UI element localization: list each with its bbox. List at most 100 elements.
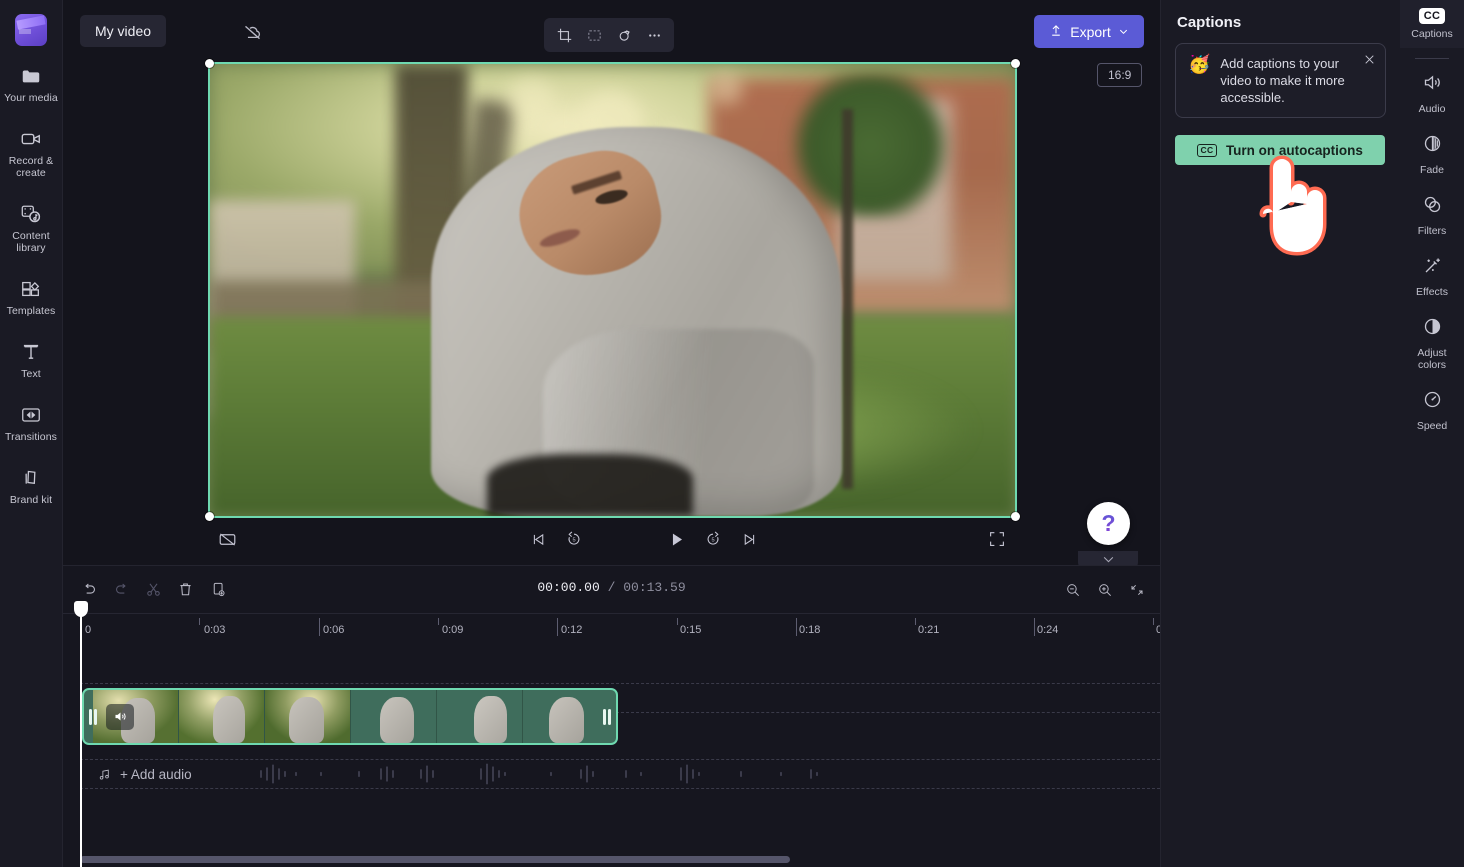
sidebar-item-templates[interactable]: Templates xyxy=(0,269,63,322)
cursor-hand-pointer-icon xyxy=(1259,155,1327,256)
sidebar-item-label: Text xyxy=(21,368,41,380)
sidebar-item-content-library[interactable]: Content library xyxy=(0,194,63,259)
rail-item-label: Fade xyxy=(1420,164,1444,176)
captions-off-icon[interactable] xyxy=(213,525,241,553)
rail-item-audio[interactable]: Audio xyxy=(1400,61,1464,122)
fit-to-frame-icon[interactable] xyxy=(580,21,608,49)
more-options-icon[interactable] xyxy=(640,21,668,49)
rotate-icon[interactable] xyxy=(610,21,638,49)
rail-item-label: Filters xyxy=(1417,225,1447,237)
turn-on-autocaptions-label: Turn on autocaptions xyxy=(1225,142,1363,158)
ruler-label: 0 xyxy=(85,624,92,636)
video-preview[interactable] xyxy=(205,59,1020,521)
sidebar-item-label: Templates xyxy=(6,305,56,317)
rail-divider xyxy=(1415,58,1449,59)
fullscreen-icon[interactable] xyxy=(983,525,1011,553)
close-icon[interactable] xyxy=(1360,50,1378,68)
current-time: 00:00.00 xyxy=(537,580,600,595)
folder-icon xyxy=(20,65,42,87)
playback-controls: 5 5 xyxy=(63,520,1160,565)
transitions-icon xyxy=(20,404,42,426)
video-clip[interactable] xyxy=(82,688,618,745)
sidebar-item-your-media[interactable]: Your media xyxy=(0,56,63,109)
chevron-down-icon xyxy=(1118,24,1129,40)
preview-stage: My video Export 16:9 5 5 xyxy=(63,0,1160,565)
sidebar-item-record-create[interactable]: Record & create xyxy=(0,119,63,184)
panel-title: Captions xyxy=(1177,14,1242,31)
rail-item-adjust-colors[interactable]: Adjust colors xyxy=(1400,305,1464,378)
svg-text:5: 5 xyxy=(572,538,575,544)
ruler-label: 0:09 xyxy=(442,624,464,636)
left-sidebar: Your media Record & create Content libra… xyxy=(0,0,63,867)
clip-thumbnails xyxy=(93,690,607,743)
rewind-5s-icon[interactable]: 5 xyxy=(560,525,588,553)
clip-trim-handle-left[interactable] xyxy=(88,708,98,726)
top-toolbar: My video Export xyxy=(63,0,1160,63)
filters-icon xyxy=(1422,194,1443,220)
rail-item-label: Speed xyxy=(1416,420,1448,432)
sidebar-item-label: Brand kit xyxy=(9,494,53,506)
clip-mute-toggle[interactable] xyxy=(106,703,134,730)
export-button[interactable]: Export xyxy=(1034,15,1144,48)
sidebar-item-transitions[interactable]: Transitions xyxy=(0,395,63,448)
rail-item-label: Audio xyxy=(1418,103,1446,115)
aspect-ratio-badge[interactable]: 16:9 xyxy=(1097,63,1143,87)
forward-5s-icon[interactable]: 5 xyxy=(699,525,727,553)
clip-trim-handle-right[interactable] xyxy=(602,708,612,726)
rail-item-label: Effects xyxy=(1416,286,1448,298)
export-button-label: Export xyxy=(1070,23,1111,40)
captions-panel: Captions 🥳 Add captions to your video to… xyxy=(1160,0,1400,867)
ruler-label: 0:12 xyxy=(561,624,583,636)
rail-item-speed[interactable]: Speed xyxy=(1400,378,1464,439)
rail-item-effects[interactable]: Effects xyxy=(1400,244,1464,305)
playhead-handle[interactable] xyxy=(74,601,88,617)
video-camera-icon xyxy=(20,128,42,150)
cc-icon: CC xyxy=(1197,143,1217,157)
help-button[interactable]: ? xyxy=(1087,502,1130,545)
sidebar-item-text[interactable]: Text xyxy=(0,332,63,385)
timeline-tracks: + Add text xyxy=(63,641,1160,841)
ruler-label: 0:15 xyxy=(680,624,702,636)
timeline-ruler[interactable]: 0 0:03 0:06 0:09 0:12 0:15 0:18 0:21 0:2… xyxy=(63,613,1162,641)
speedometer-icon xyxy=(1422,389,1443,415)
timeline-horizontal-scrollbar[interactable] xyxy=(80,856,790,863)
zoom-out-icon[interactable] xyxy=(1059,576,1086,603)
fit-timeline-icon[interactable] xyxy=(1123,576,1150,603)
ruler-label: 0:18 xyxy=(799,624,821,636)
ruler-label: 0:06 xyxy=(323,624,345,636)
templates-icon xyxy=(20,278,42,300)
rail-item-label: Adjust colors xyxy=(1417,347,1447,371)
add-audio-track[interactable]: + Add audio xyxy=(80,759,1160,789)
effects-wand-icon xyxy=(1422,255,1443,281)
ruler-label: 0:24 xyxy=(1037,624,1059,636)
rail-item-label: Captions xyxy=(1411,28,1453,40)
crop-icon[interactable] xyxy=(550,21,578,49)
resize-handle-top-right[interactable] xyxy=(1011,59,1020,68)
text-icon xyxy=(20,341,42,363)
audio-waveform xyxy=(260,763,818,785)
rail-item-filters[interactable]: Filters xyxy=(1400,183,1464,244)
project-name-field[interactable]: My video xyxy=(80,15,167,47)
zoom-in-icon[interactable] xyxy=(1091,576,1118,603)
video-frame[interactable] xyxy=(208,62,1017,518)
resize-handle-top-left[interactable] xyxy=(205,59,214,68)
app-logo-icon[interactable] xyxy=(15,14,47,46)
cloud-off-icon[interactable] xyxy=(235,16,269,48)
skip-to-start-icon[interactable] xyxy=(524,525,552,553)
turn-on-autocaptions-button[interactable]: CC Turn on autocaptions xyxy=(1175,135,1385,165)
rail-item-captions-active[interactable]: CC Captions xyxy=(1400,0,1464,48)
clipchamp-editor: Your media Record & create Content libra… xyxy=(0,0,1464,867)
skip-to-end-icon[interactable] xyxy=(735,525,763,553)
playhead[interactable] xyxy=(74,601,88,867)
rail-item-fade[interactable]: Fade xyxy=(1400,122,1464,183)
captions-tip-card: 🥳 Add captions to your video to make it … xyxy=(1175,43,1386,118)
play-icon[interactable] xyxy=(662,525,690,553)
svg-text:5: 5 xyxy=(711,538,714,544)
sidebar-item-brand-kit[interactable]: Brand kit xyxy=(0,458,63,511)
content-library-icon xyxy=(20,203,42,225)
party-face-emoji-icon: 🥳 xyxy=(1188,54,1211,74)
brand-kit-icon xyxy=(20,467,42,489)
properties-rail: CC Captions Audio Fade Filters Effects A… xyxy=(1400,0,1464,867)
cc-icon: CC xyxy=(1418,8,1446,24)
timeline: 00:00.00 / 00:13.59 0 0:03 0:06 0:09 0:1… xyxy=(63,565,1162,867)
